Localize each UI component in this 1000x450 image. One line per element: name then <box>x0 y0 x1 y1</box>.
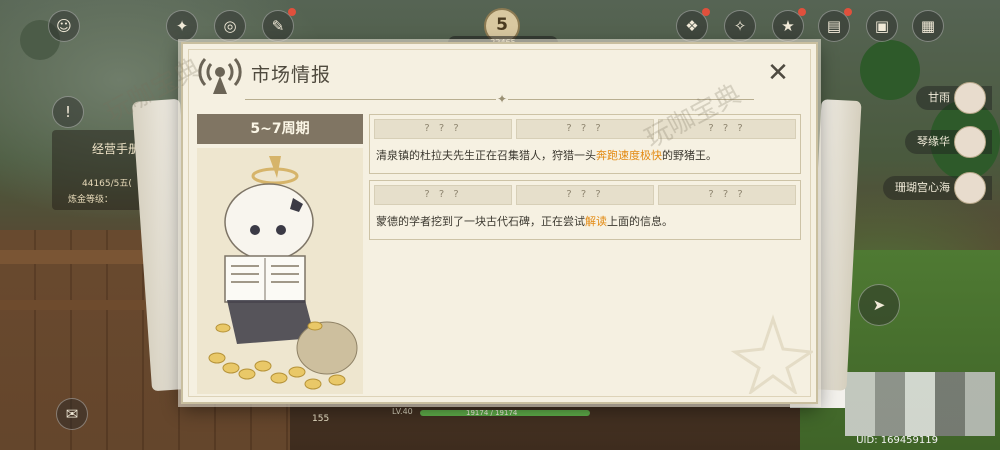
bag-icon[interactable]: ▣ <box>866 10 898 42</box>
hidden-keywords-row: ? ? ? ? ? ? ? ? ? <box>374 185 796 205</box>
party-member-2[interactable]: 琴缘华 <box>905 126 992 158</box>
menu-icon[interactable]: ▦ <box>912 10 944 42</box>
hidden-keywords-row: ? ? ? ? ? ? ? ? ? <box>374 119 796 139</box>
news-card: ? ? ? ? ? ? ? ? ? 蒙德的学者挖到了一块古代石碑，正在尝试解读上… <box>369 180 801 240</box>
business-manual-title: 经营手册 <box>92 142 141 156</box>
avatar <box>954 82 986 114</box>
alert-icon[interactable]: ! <box>52 96 84 128</box>
character-menu-icon[interactable]: ☺ <box>48 10 80 42</box>
period-label: 5~7周期 <box>197 114 363 144</box>
avatar <box>954 126 986 158</box>
hidden-keyword: ? ? ? <box>516 119 654 139</box>
alchemy-level-label: 炼金等级： <box>68 195 114 205</box>
party-member-3[interactable]: 珊瑚宫心海 <box>883 172 992 204</box>
paimon-reading-newspaper-illustration <box>197 148 363 394</box>
censored-area <box>845 372 995 436</box>
xp-text: 19174 / 19174 <box>466 409 518 417</box>
chat-icon[interactable]: ✉ <box>56 398 88 430</box>
party-member-1[interactable]: 甘雨 <box>916 82 992 114</box>
tree <box>860 40 920 100</box>
book-icon[interactable]: ▤ <box>818 8 852 42</box>
item-count: 155 <box>312 414 330 424</box>
hidden-keyword: ? ? ? <box>374 185 512 205</box>
divider-diamond-icon: ✦ <box>496 92 508 106</box>
event-icon[interactable]: ❖ <box>676 8 710 42</box>
avatar <box>954 172 986 204</box>
news-text: 清泉镇的杜拉夫先生正在召集猎人，狩猎一头奔跑速度极快的野猪王。 <box>376 149 717 162</box>
news-text: 蒙德的学者挖到了一块古代石碑，正在尝试解读上面的信息。 <box>376 215 673 228</box>
notification-dot <box>702 8 710 16</box>
player-level: LV.40 <box>392 407 413 416</box>
notification-dot <box>798 8 806 16</box>
hidden-keyword: ? ? ? <box>516 185 654 205</box>
compass-icon[interactable]: ✦ <box>166 10 198 42</box>
star-icon[interactable]: ★ <box>772 8 806 42</box>
dialog-title: 市场情报 <box>251 64 332 86</box>
hidden-keyword: ? ? ? <box>658 185 796 205</box>
decorative-star-icon <box>730 314 813 394</box>
news-card: ? ? ? ? ? ? ? ? ? 清泉镇的杜拉夫先生正在召集猎人，狩猎一头奔跑… <box>369 114 801 174</box>
hidden-keyword: ? ? ? <box>374 119 512 139</box>
quest-icon[interactable]: ✎ <box>262 8 296 42</box>
map-icon[interactable]: ◎ <box>214 10 246 42</box>
uid-label: UID: 169459119 <box>856 435 938 446</box>
close-button[interactable]: ✕ <box>766 60 790 86</box>
sprint-icon[interactable]: ➤ <box>858 284 900 326</box>
wish-icon[interactable]: ✧ <box>724 10 756 42</box>
business-manual-progress: 44165/5五( <box>82 179 132 189</box>
news-highlight: 解读 <box>585 215 607 228</box>
notification-dot <box>288 8 296 16</box>
notification-dot <box>844 8 852 16</box>
